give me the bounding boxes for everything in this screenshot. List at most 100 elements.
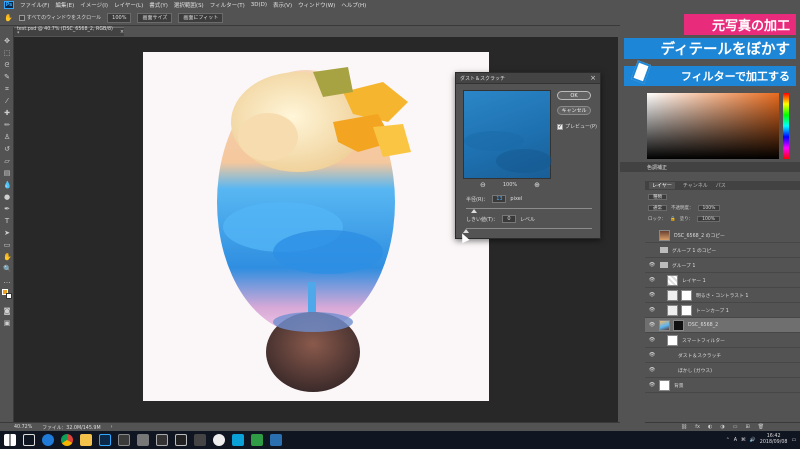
- eyedropper-tool-icon[interactable]: ⁄: [3, 97, 11, 105]
- layer-visibility-eye-icon[interactable]: 👁: [648, 277, 656, 283]
- zoom-in-icon[interactable]: ⊕: [534, 181, 540, 189]
- volume-icon[interactable]: 🔊: [750, 438, 756, 443]
- layer-mask-thumbnail[interactable]: [681, 304, 692, 316]
- document-tab[interactable]: test.psd @ 40.7% (DSC_6568_2, RGB/8) * ×: [14, 27, 124, 37]
- app-icon-8[interactable]: [251, 434, 263, 446]
- layer-filter-kind[interactable]: 種類: [648, 194, 667, 200]
- fill-input[interactable]: 100%: [697, 216, 720, 222]
- new-layer-icon[interactable]: ⊞: [746, 424, 750, 430]
- layer-mask-thumbnail[interactable]: [681, 289, 692, 301]
- background-color-swatch[interactable]: [6, 293, 12, 299]
- quick-select-tool-icon[interactable]: ✎: [3, 73, 11, 81]
- threshold-input[interactable]: 0: [501, 215, 516, 223]
- radius-slider-track[interactable]: [466, 208, 592, 209]
- marquee-tool-icon[interactable]: ⬚: [3, 49, 11, 57]
- rectangle-tool-icon[interactable]: ▭: [3, 241, 11, 249]
- dialog-titlebar[interactable]: ダスト＆スクラッチ ×: [456, 73, 600, 84]
- healing-tool-icon[interactable]: ✚: [3, 109, 11, 117]
- filter-preview-pane[interactable]: [463, 90, 552, 179]
- menu-3d[interactable]: 3D(D): [251, 2, 267, 8]
- history-brush-tool-icon[interactable]: ↺: [3, 145, 11, 153]
- radius-slider-thumb[interactable]: [470, 209, 477, 213]
- layer-visibility-eye-icon[interactable]: 👁: [648, 382, 656, 388]
- photoshop-task-icon[interactable]: [99, 434, 111, 446]
- tab-layers[interactable]: レイヤー: [649, 182, 675, 189]
- notification-icon[interactable]: ▭: [791, 438, 796, 443]
- pen-tool-icon[interactable]: ✒: [3, 205, 11, 213]
- color-field[interactable]: [647, 93, 779, 159]
- link-layers-icon[interactable]: ⛓: [681, 424, 687, 430]
- brush-tool-icon[interactable]: ✏: [3, 121, 11, 129]
- preview-checkbox[interactable]: ✓ プレビュー(P): [557, 123, 597, 130]
- lasso-tool-icon[interactable]: ᘓ: [3, 61, 11, 69]
- file-explorer-icon[interactable]: [80, 434, 92, 446]
- menu-view[interactable]: 表示(V): [273, 1, 292, 9]
- preview-checkbox-box[interactable]: ✓: [557, 123, 563, 130]
- threshold-slider-track[interactable]: [466, 228, 592, 229]
- layer-visibility-eye-icon[interactable]: 👁: [648, 322, 656, 328]
- app-icon-6[interactable]: [213, 434, 225, 446]
- menu-file[interactable]: ファイル(F): [20, 1, 49, 9]
- document-canvas[interactable]: [143, 52, 489, 401]
- tab-channels[interactable]: チャンネル: [683, 182, 708, 189]
- lock-icon[interactable]: 🔒: [670, 217, 676, 222]
- gradient-tool-icon[interactable]: ▤: [3, 169, 11, 177]
- quick-mask-icon[interactable]: ◙: [3, 307, 11, 315]
- ok-button[interactable]: OK: [557, 91, 591, 100]
- task-view-icon[interactable]: [23, 434, 35, 446]
- eraser-tool-icon[interactable]: ▱: [3, 157, 11, 165]
- fx-icon[interactable]: fx: [695, 424, 700, 430]
- app-icon-7[interactable]: [232, 434, 244, 446]
- edge-browser-icon[interactable]: [42, 434, 54, 446]
- app-icon-3[interactable]: [156, 434, 168, 446]
- fit-screen-button[interactable]: 画面サイズ: [137, 12, 173, 23]
- crop-tool-icon[interactable]: ⌗: [3, 85, 11, 93]
- dodge-tool-icon[interactable]: ●: [3, 193, 11, 201]
- app-icon-9[interactable]: [270, 434, 282, 446]
- blur-tool-icon[interactable]: 💧: [3, 181, 12, 189]
- clock[interactable]: 16:42 2018/09/08: [760, 434, 788, 446]
- screen-mode-icon[interactable]: ▣: [3, 319, 11, 327]
- windows-start-icon[interactable]: [4, 434, 16, 446]
- layer-row[interactable]: 👁 グループ 1: [645, 258, 800, 273]
- tab-adjustments[interactable]: 色調補正: [647, 164, 667, 171]
- stamp-tool-icon[interactable]: ♙: [3, 133, 11, 141]
- layer-row[interactable]: グループ 1 のコピー: [645, 243, 800, 258]
- scroll-all-windows-checkbox[interactable]: すべてのウィンドウをスクロール: [18, 14, 101, 21]
- app-icon-4[interactable]: [175, 434, 187, 446]
- tray-up-arrow-icon[interactable]: ⌃: [726, 438, 730, 443]
- radius-input[interactable]: 13: [492, 195, 507, 203]
- move-tool-icon[interactable]: ✥: [3, 37, 11, 45]
- menu-window[interactable]: ウィンドウ(W): [298, 1, 335, 9]
- layer-mask-thumbnail[interactable]: [673, 319, 684, 331]
- app-icon-1[interactable]: [118, 434, 130, 446]
- path-select-tool-icon[interactable]: ➤: [3, 229, 11, 237]
- menu-filter[interactable]: フィルター(T): [210, 1, 245, 9]
- add-mask-icon[interactable]: ◐: [708, 424, 712, 430]
- zoom-out-icon[interactable]: ⊖: [480, 181, 486, 189]
- layer-visibility-eye-icon[interactable]: 👁: [648, 352, 656, 358]
- layer-row[interactable]: 👁 トーンカーブ 1: [645, 303, 800, 318]
- status-menu-arrow[interactable]: ›: [111, 425, 113, 430]
- layer-visibility-eye-icon[interactable]: 👁: [648, 292, 656, 298]
- ime-indicator[interactable]: A: [734, 438, 737, 443]
- layer-row[interactable]: 👁 レイヤー 1: [645, 273, 800, 288]
- blend-mode-select[interactable]: 通常: [648, 205, 667, 211]
- dialog-close-icon[interactable]: ×: [590, 74, 596, 82]
- type-tool-icon[interactable]: T: [3, 217, 11, 225]
- layer-visibility-eye-icon[interactable]: 👁: [648, 307, 656, 313]
- zoom-tool-icon[interactable]: 🔍: [3, 265, 12, 273]
- app-icon-5[interactable]: [194, 434, 206, 446]
- app-icon-2[interactable]: [137, 434, 149, 446]
- delete-layer-icon[interactable]: 🗑: [758, 424, 764, 430]
- cancel-button[interactable]: キャンセル: [557, 106, 591, 115]
- tab-paths[interactable]: パス: [716, 182, 726, 189]
- chrome-browser-icon[interactable]: [61, 434, 73, 446]
- layer-row[interactable]: 👁 ぼかし (ガウス): [645, 363, 800, 378]
- layer-visibility-eye-icon[interactable]: 👁: [648, 262, 656, 268]
- menu-edit[interactable]: 編集(E): [55, 1, 74, 9]
- layer-row[interactable]: 👁 スマートフィルター: [645, 333, 800, 348]
- menu-help[interactable]: ヘルプ(H): [341, 1, 366, 9]
- layer-row[interactable]: DSC_6568_2 のコピー: [645, 228, 800, 243]
- layer-row[interactable]: 👁 ダスト＆スクラッチ: [645, 348, 800, 363]
